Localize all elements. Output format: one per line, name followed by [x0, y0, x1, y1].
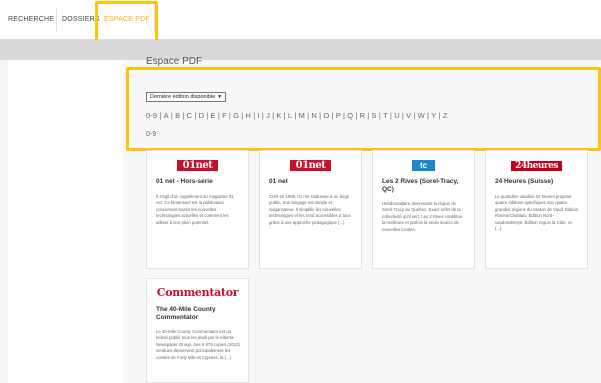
publication-title[interactable]: 01 net — [269, 178, 353, 186]
publication-card[interactable]: 01net 01 net - Hors-série Il s'agit d'un… — [146, 150, 249, 269]
publication-title[interactable]: 01 net - Hors-série — [156, 178, 240, 186]
logo-commentator: Commentator — [156, 286, 239, 299]
publication-card[interactable]: 01net 01 net Créé en 1998, 01 net s'adre… — [259, 150, 362, 269]
nav-recherche[interactable]: RECHERCHE — [8, 16, 54, 23]
highlight-tab-outline — [95, 1, 158, 45]
publication-card[interactable]: 24heures 24 Heures (Suisse) Le quotidien… — [485, 150, 588, 269]
publication-desc: Hebdomadaire desservant la région de Sor… — [382, 201, 463, 232]
publication-card[interactable]: tc Les 2 Rives (Sorel-Tracy, QC) Hebdoma… — [372, 150, 475, 269]
sidebar — [8, 60, 123, 383]
left-gutter — [0, 60, 8, 383]
publication-desc: Il s'agit d'un supplément au magazine 01… — [156, 194, 234, 225]
publication-desc: Le 40-Mile County Commentator est un heb… — [156, 329, 240, 360]
page-title: Espace PDF — [146, 56, 203, 67]
logo-tc: tc — [411, 160, 436, 171]
publication-card[interactable]: Commentator The 40-Mile County Commentat… — [146, 278, 249, 383]
header-band — [0, 40, 601, 60]
publication-title[interactable]: 24 Heures (Suisse) — [495, 178, 579, 186]
logo-24heures: 24heures — [511, 161, 562, 171]
publication-title[interactable]: The 40-Mile County Commentator — [156, 306, 240, 322]
logo-01net: 01net — [289, 160, 332, 171]
publication-logo: 01net — [147, 155, 248, 173]
publication-desc: Créé en 1998, 01 net s'adresse à un larg… — [269, 194, 351, 225]
publication-logo: Commentator — [147, 283, 248, 301]
top-nav: RECHERCHE DOSSIERS ESPACE PDF — [0, 0, 601, 40]
publication-logo: 24heures — [486, 155, 587, 173]
publication-title[interactable]: Les 2 Rives (Sorel-Tracy, QC) — [382, 178, 466, 194]
publication-logo: 01net — [260, 155, 361, 173]
nav-divider — [56, 8, 57, 32]
publication-logo: tc — [373, 155, 474, 173]
page: RECHERCHE DOSSIERS ESPACE PDF Espace PDF… — [0, 0, 601, 383]
highlight-filter-outline — [126, 67, 601, 151]
logo-01net: 01net — [176, 160, 219, 171]
publication-desc: Le quotidien vaudois 24 heures propose q… — [495, 194, 579, 232]
